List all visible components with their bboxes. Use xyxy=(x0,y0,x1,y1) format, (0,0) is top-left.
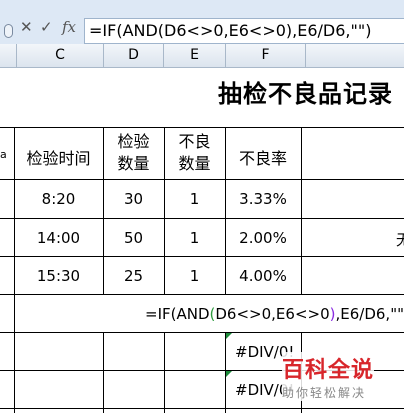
grid-line xyxy=(0,127,404,128)
cell-defects[interactable]: 1 xyxy=(164,229,225,247)
formula-input[interactable]: =IF(AND(D6<>0,E6<>0),E6/D6,"") xyxy=(84,18,404,44)
grid-line xyxy=(164,332,165,413)
formula-text-part1: =IF(AND xyxy=(145,305,210,323)
cell-qty[interactable]: 30 xyxy=(103,190,164,208)
header-inspection-qty[interactable]: 检验 数量 xyxy=(103,131,164,175)
sheet-title: 抽检不良品记录 xyxy=(218,79,393,108)
header-qty-line1: 检验 xyxy=(117,132,150,151)
grid-line xyxy=(0,332,404,333)
grid-line xyxy=(0,294,404,295)
column-header-d[interactable]: D xyxy=(104,44,164,68)
column-header-b[interactable] xyxy=(0,44,17,68)
formula-display-cell[interactable]: =IF(AND(D6<>0,E6<>0),E6/D6,"") xyxy=(145,305,404,323)
cell-time[interactable]: 14:00 xyxy=(14,229,103,247)
cell-time[interactable]: 15:30 xyxy=(14,267,103,285)
watermark-logo: 百科全说 助你轻松解决 xyxy=(282,352,375,401)
cell-rate[interactable]: 2.00% xyxy=(225,229,301,247)
column-header-c[interactable]: C xyxy=(17,44,104,68)
cell-qty[interactable]: 50 xyxy=(103,229,164,247)
grid-line xyxy=(0,218,404,219)
formula-text-part2: D6<>0,E6<>0 xyxy=(215,305,330,323)
watermark-main: 百科全说 xyxy=(282,352,375,384)
cell-qty[interactable]: 25 xyxy=(103,267,164,285)
grid-line xyxy=(103,332,104,413)
header-defect-line1: 不良 xyxy=(178,132,211,151)
grid-line xyxy=(301,127,302,294)
column-header-f[interactable]: F xyxy=(226,44,306,68)
cell-defects[interactable]: 1 xyxy=(164,267,225,285)
name-box-scroll-icon[interactable] xyxy=(4,24,13,38)
header-inspection-time[interactable]: 检验时间 xyxy=(14,145,103,169)
cell-time[interactable]: 8:20 xyxy=(14,190,103,208)
cancel-icon[interactable]: ✕ xyxy=(20,18,33,36)
header-defect-qty[interactable]: 不良 数量 xyxy=(164,131,225,175)
grid-line xyxy=(0,256,404,257)
cell-defects[interactable]: 1 xyxy=(164,190,225,208)
column-header-e[interactable]: E xyxy=(164,44,226,68)
header-qty-line2: 数量 xyxy=(117,154,150,173)
grid-line xyxy=(0,408,404,409)
error-indicator-icon xyxy=(226,371,232,377)
cell-rate[interactable]: 3.33% xyxy=(225,190,301,208)
header-defect-rate[interactable]: 不良率 xyxy=(225,145,301,169)
insert-function-icon[interactable]: fx xyxy=(62,18,76,36)
edge-fragment: a xyxy=(0,148,7,161)
right-edge-fragment: 无 xyxy=(396,231,404,249)
grid-line xyxy=(0,179,404,180)
watermark-sub: 助你轻松解决 xyxy=(282,384,375,401)
header-defect-line2: 数量 xyxy=(178,154,211,173)
formula-text-part3: ,E6/D6,"") xyxy=(335,305,404,323)
cell-rate[interactable]: 4.00% xyxy=(225,267,301,285)
error-indicator-icon xyxy=(226,333,232,339)
enter-icon[interactable]: ✓ xyxy=(40,18,53,36)
formula-bar: ✕ ✓ fx =IF(AND(D6<>0,E6<>0),E6/D6,"") xyxy=(0,0,404,45)
column-header-g[interactable] xyxy=(306,44,404,68)
